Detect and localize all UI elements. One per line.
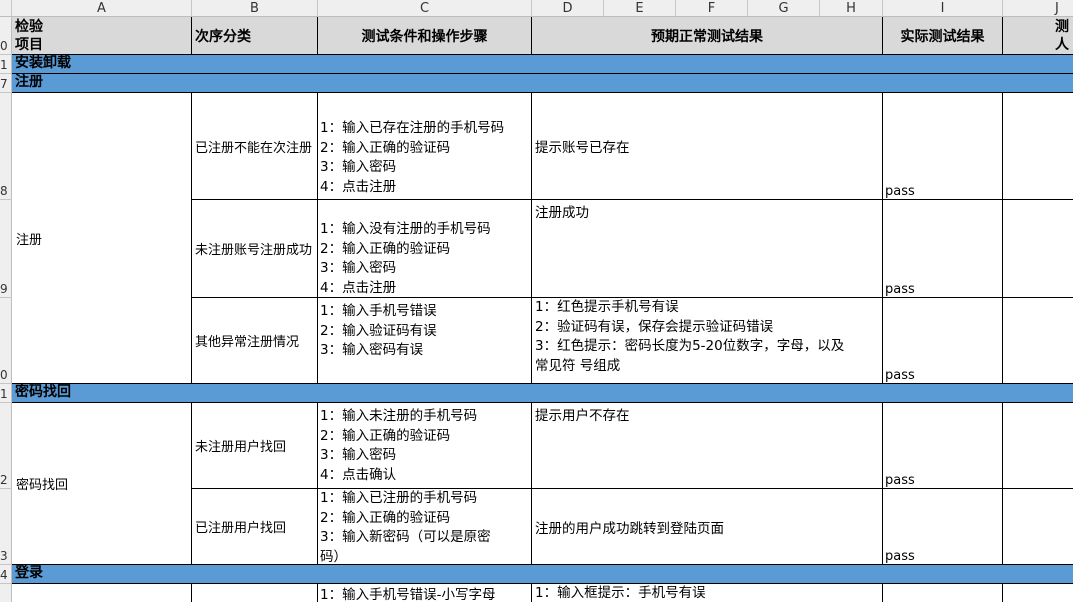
- column-header-e[interactable]: E: [604, 0, 676, 17]
- steps-cell[interactable]: 1：输入已存在注册的手机号码 2：输入正确的验证码 3：输入密码 4：点击注册: [318, 93, 532, 200]
- column-header-g[interactable]: G: [748, 0, 820, 17]
- row-header[interactable]: 1: [0, 384, 12, 403]
- steps-cell[interactable]: 1：输入手机号错误-小写字母: [318, 584, 532, 602]
- expected-cell[interactable]: 注册成功: [532, 200, 883, 298]
- actual-result-text: pass: [885, 184, 915, 199]
- row-header[interactable]: 7: [0, 74, 12, 93]
- row-header[interactable]: 0: [0, 17, 12, 55]
- expected-cell[interactable]: 提示账号已存在: [532, 93, 883, 200]
- tester-cell[interactable]: [1003, 200, 1073, 298]
- category-cell[interactable]: 已注册不能在次注册: [192, 93, 318, 200]
- actual-cell[interactable]: pass: [883, 489, 1003, 565]
- column-header-i[interactable]: I: [883, 0, 1003, 17]
- row-header[interactable]: 1: [0, 55, 12, 74]
- category-cell[interactable]: 已注册用户找回: [192, 489, 318, 565]
- row-header[interactable]: 0: [0, 298, 12, 384]
- section-login[interactable]: 登录: [12, 565, 1073, 584]
- actual-cell[interactable]: pass: [883, 200, 1003, 298]
- category-cell[interactable]: [192, 584, 318, 602]
- row-header[interactable]: 8: [0, 93, 12, 200]
- actual-result-text: pass: [885, 549, 915, 564]
- actual-result-text: pass: [885, 368, 915, 383]
- column-header-a[interactable]: A: [12, 0, 192, 17]
- group-label-register[interactable]: 注册: [12, 93, 192, 384]
- category-cell[interactable]: 未注册账号注册成功: [192, 200, 318, 298]
- column-header-j[interactable]: J: [1003, 0, 1073, 17]
- tester-cell[interactable]: [1003, 403, 1073, 489]
- tester-cell[interactable]: [1003, 298, 1073, 384]
- group-label-login[interactable]: [12, 584, 192, 602]
- corner-select-all[interactable]: [0, 0, 12, 17]
- header-cell-tester[interactable]: 测 人: [1003, 17, 1073, 55]
- actual-cell[interactable]: pass: [883, 298, 1003, 384]
- header-cell-steps[interactable]: 测试条件和操作步骤: [318, 17, 532, 55]
- spreadsheet: A B C D E F G H I J 0 1 7 8 9 0 1 2 3 4 …: [0, 0, 1073, 602]
- group-label-recover[interactable]: 密码找回: [12, 403, 192, 565]
- column-header-f[interactable]: F: [676, 0, 748, 17]
- header-cell-category[interactable]: 次序分类: [192, 17, 318, 55]
- actual-cell[interactable]: [883, 584, 1003, 602]
- header-cell-actual[interactable]: 实际测试结果: [883, 17, 1003, 55]
- expected-cell[interactable]: 注册的用户成功跳转到登陆页面: [532, 489, 883, 565]
- expected-cell[interactable]: 提示用户不存在: [532, 403, 883, 489]
- steps-cell[interactable]: 1：输入未注册的手机号码 2：输入正确的验证码 3：输入密码 4：点击确认: [318, 403, 532, 489]
- section-recover[interactable]: 密码找回: [12, 384, 1073, 403]
- actual-result-text: pass: [885, 473, 915, 488]
- actual-cell[interactable]: pass: [883, 403, 1003, 489]
- section-register[interactable]: 注册: [12, 74, 1073, 93]
- steps-cell[interactable]: 1：输入已注册的手机号码 2：输入正确的验证码 3：输入新密码（可以是原密 码）: [318, 489, 532, 565]
- row-header[interactable]: 9: [0, 200, 12, 298]
- expected-cell[interactable]: 1：输入框提示：手机号有误: [532, 584, 883, 602]
- row-header[interactable]: 3: [0, 489, 12, 565]
- tester-cell[interactable]: [1003, 489, 1073, 565]
- category-cell[interactable]: 未注册用户找回: [192, 403, 318, 489]
- expected-cell[interactable]: 1：红色提示手机号有误 2：验证码有误，保存会提示验证码错误 3：红色提示：密码…: [532, 298, 883, 384]
- actual-cell[interactable]: pass: [883, 93, 1003, 200]
- actual-result-text: pass: [885, 282, 915, 297]
- row-header[interactable]: 4: [0, 565, 12, 584]
- row-header[interactable]: 2: [0, 403, 12, 489]
- column-header-b[interactable]: B: [192, 0, 318, 17]
- row-header[interactable]: [0, 584, 12, 602]
- category-cell[interactable]: 其他异常注册情况: [192, 298, 318, 384]
- header-cell-expected[interactable]: 预期正常测试结果: [532, 17, 883, 55]
- column-header-h[interactable]: H: [820, 0, 883, 17]
- tester-cell[interactable]: [1003, 584, 1073, 602]
- column-header-d[interactable]: D: [532, 0, 604, 17]
- header-cell-item[interactable]: 检验 项目: [12, 17, 192, 55]
- steps-cell[interactable]: 1：输入没有注册的手机号码 2：输入正确的验证码 3：输入密码 4：点击注册: [318, 200, 532, 298]
- column-header-c[interactable]: C: [318, 0, 532, 17]
- tester-cell[interactable]: [1003, 93, 1073, 200]
- steps-cell[interactable]: 1：输入手机号错误 2：输入验证码有误 3：输入密码有误: [318, 298, 532, 384]
- section-install[interactable]: 安装卸载: [12, 55, 1073, 74]
